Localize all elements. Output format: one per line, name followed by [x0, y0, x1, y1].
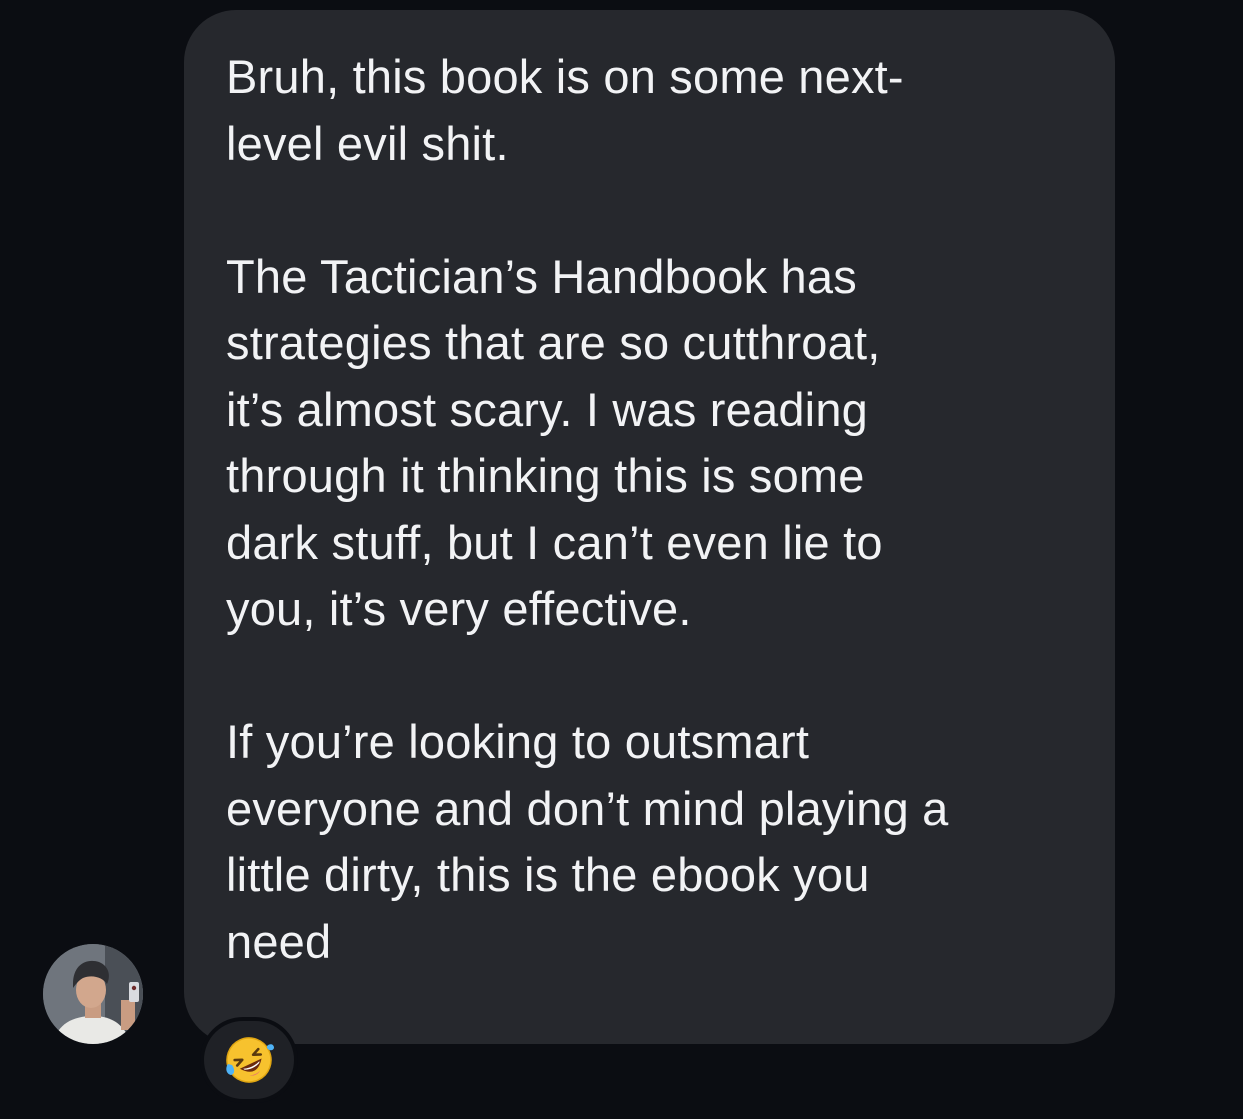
sender-avatar[interactable] [43, 944, 143, 1044]
message-paragraph: Bruh, this book is on some next- level e… [226, 44, 1075, 177]
message-line: If you’re looking to outsmart [226, 715, 810, 768]
message-line: The Tactician’s Handbook has [226, 249, 857, 303]
user-avatar-photo-icon [43, 944, 143, 1044]
message-line: it’s almost scary. I was reading [226, 382, 869, 436]
message-line: level evil shit. [226, 116, 509, 170]
message-line: Bruh, this book is on some next- [226, 50, 904, 103]
message-paragraph: The Tactician’s Handbook has strategies … [226, 244, 1075, 643]
message-line: everyone and don’t mind playing a [226, 781, 949, 835]
message-line: little dirty, this is the ebook you [226, 848, 870, 901]
message-line: need [226, 914, 332, 968]
message-line: dark stuff, but I can’t even lie to [226, 515, 883, 569]
message-line: you, it’s very effective. [226, 582, 692, 635]
message-line: strategies that are so cutthroat, [226, 316, 881, 369]
reaction-badge[interactable] [200, 1017, 298, 1103]
rolling-on-floor-laughing-emoji-icon [226, 1037, 274, 1083]
message-bubble[interactable]: Bruh, this book is on some next- level e… [184, 10, 1115, 1044]
message-paragraph: If you’re looking to outsmart everyone a… [226, 709, 1075, 975]
message-line: through it thinking this is some [226, 449, 865, 502]
